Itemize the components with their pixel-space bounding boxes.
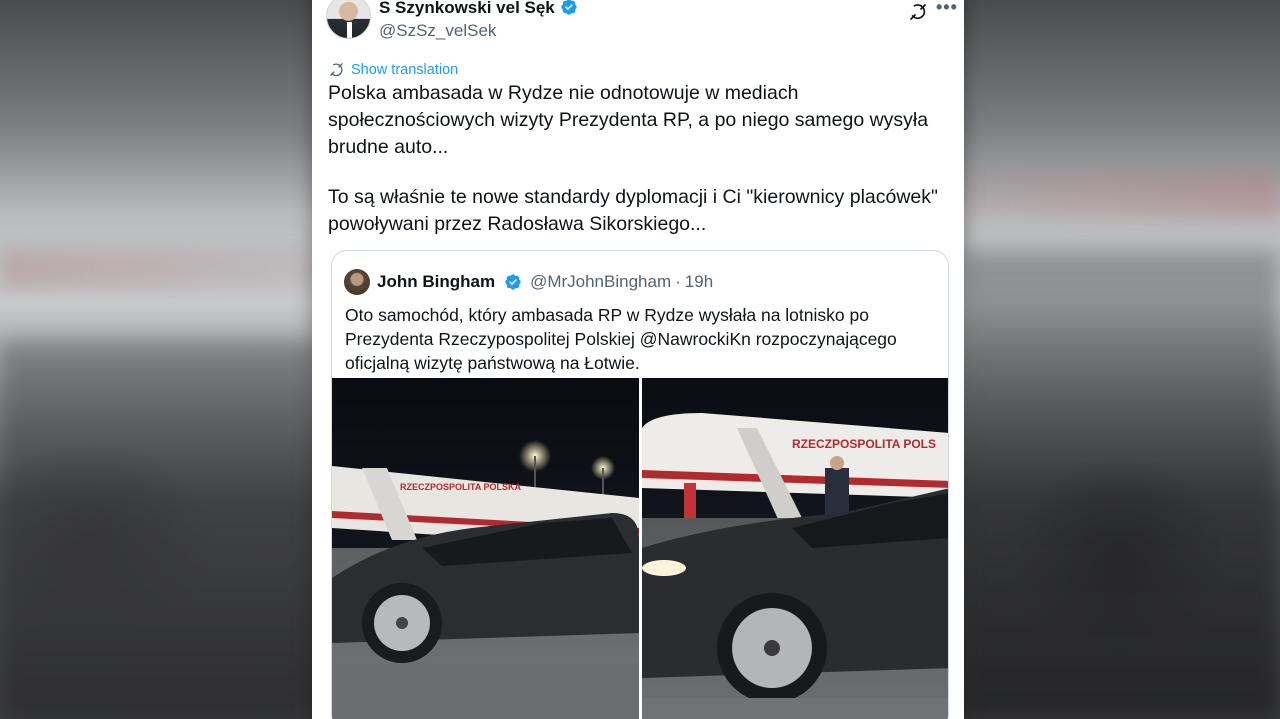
- tweet-paragraph-1: Polska ambasada w Rydze nie odnotowuje w…: [328, 82, 929, 158]
- photo-car-plane-1[interactable]: RZECZPOSPOLITA POLSKA: [332, 378, 639, 719]
- show-translation-link[interactable]: Show translation: [328, 61, 458, 78]
- quoted-tweet-header: John Bingham @MrJohnBingham · 19h: [344, 269, 713, 295]
- quoted-author-name: John Bingham: [377, 272, 496, 291]
- more-icon[interactable]: •••: [936, 0, 960, 20]
- grok-icon[interactable]: [908, 2, 928, 22]
- plane-livery-text: RZECZPOSPOLITA POLS: [792, 437, 936, 451]
- separator-dot: ·: [675, 272, 681, 291]
- tweet-paragraph-2: To są właśnie te nowe standardy dyplomac…: [328, 186, 938, 235]
- background-blur-right: [960, 170, 1280, 220]
- tweet-text: Polska ambasada w Rydze nie odnotowuje w…: [328, 80, 938, 238]
- author-name[interactable]: S Szynkowski vel Sęk: [379, 0, 555, 17]
- translate-icon: [330, 63, 343, 77]
- verified-badge-icon: [561, 0, 577, 15]
- verified-badge-icon: [505, 274, 521, 290]
- quoted-tweet-text: Oto samochód, który ambasada RP w Rydze …: [345, 305, 897, 373]
- photo-car-plane-2[interactable]: RZECZPOSPOLITA POLS: [642, 378, 948, 719]
- background-shadow-right: [960, 250, 1280, 719]
- quoted-author-avatar: [344, 269, 370, 295]
- author-handle[interactable]: @SzSz_velSek: [379, 21, 496, 41]
- media-grid: RZECZPOSPOLITA POLSKA RZECZPOSPOLITA POL…: [332, 378, 948, 719]
- quoted-tweet[interactable]: John Bingham @MrJohnBingham · 19h Oto sa…: [331, 250, 949, 719]
- author-avatar[interactable]: [326, 0, 371, 39]
- background-shadow-left: [0, 340, 318, 719]
- tweet-card: S Szynkowski vel Sęk @SzSz_velSek ••• Sh…: [312, 0, 964, 719]
- author-name-row[interactable]: S Szynkowski vel Sęk: [379, 0, 578, 18]
- plane-livery-text: RZECZPOSPOLITA POLSKA: [400, 482, 522, 492]
- tweet-header: S Szynkowski vel Sęk @SzSz_velSek •••: [326, 0, 957, 46]
- background-blur-left: [0, 250, 320, 290]
- quoted-author-handle: @MrJohnBingham: [530, 272, 672, 291]
- show-translation-label[interactable]: Show translation: [351, 62, 458, 78]
- quoted-timestamp: 19h: [684, 272, 714, 291]
